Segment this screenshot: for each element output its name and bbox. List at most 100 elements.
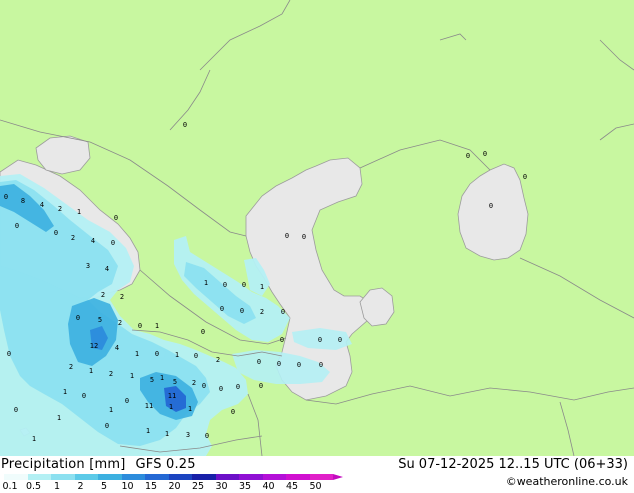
scale-arrow-tip [333,474,343,480]
precip-value-label: 0 [54,229,58,237]
scale-tick-label: 5 [100,481,108,492]
precip-value-label: 2 [69,363,73,371]
precip-value-label: 1 [32,435,36,443]
scale-swatch [51,474,75,480]
precipitation-map: 0 8 4 2 1 0 0 2 4 0 3 4 2 2 5 2 0 1 12 4 1 0 2 1 2 1 5 5 2 11 11 1 1 1 1 3 0… [0,0,634,456]
precip-value-label: 0 [302,233,306,241]
precip-value-label: 3 [86,262,90,270]
scale-tick-label: 40 [262,481,275,492]
precip-value-label: 0 [257,358,261,366]
valid-time: Su 07-12-2025 12..15 UTC (06+33) [398,457,628,472]
scale-swatch [309,474,333,480]
scale-tick-label: 1 [53,481,61,492]
precip-value-label: 0 [14,406,18,414]
precip-value-label: 0 [319,361,323,369]
precip-value-label: 0 [76,314,80,322]
precip-value-label: 0 [155,350,159,358]
precip-value-label: 0 [105,422,109,430]
precip-value-label: 0 [7,350,11,358]
precip-value-label: 0 [285,232,289,240]
scale-tick-label: 10 [121,481,134,492]
precip-value-label: 1 [155,322,159,330]
precip-value-label: 0 [4,193,8,201]
precip-value-label: 1 [89,367,93,375]
precip-value-label: 0 [219,385,223,393]
precip-value-label: 5 [173,378,177,386]
precip-value-label: 2 [58,205,62,213]
scale-tick-label: 20 [168,481,181,492]
precip-value-label: 2 [118,319,122,327]
precip-value-label: 0 [194,352,198,360]
model-name: GFS 0.25 [135,457,196,472]
precip-value-label: 2 [71,234,75,242]
precip-value-label: 0 [297,361,301,369]
precip-value-label: 1 [77,208,81,216]
credit-link[interactable]: ©weatheronline.co.uk [506,475,628,488]
scale-swatch [286,474,310,480]
precip-value-label: 0 [489,202,493,210]
scale-tick-label: 45 [285,481,299,492]
map-canvas: 0 8 4 2 1002 4 03 42 25 2 0 112 41 02 1 2 1 5 5 21111 1 11 1 3 0… [0,0,634,456]
product-title: Precipitation [mm] [1,457,126,472]
scale-swatch [262,474,286,480]
precip-value-label: 1 [146,427,150,435]
scale-swatch [215,474,239,480]
precip-value-label: 3 [186,431,190,439]
precip-value-label: 1 [188,405,192,413]
precip-value-label: 0 [223,281,227,289]
precip-value-label: 1 [169,403,173,411]
precip-value-label: 0 [338,336,342,344]
precip-value-label: 1 [165,430,169,438]
precip-value-label: 1 [57,414,61,422]
scale-swatch [98,474,122,480]
precip-value-label: 2 [260,308,264,316]
precip-value-label: 1 [175,351,179,359]
precip-value-label: 1 [130,372,134,380]
precip-value-label: 5 [150,376,154,384]
precip-value-label: 0 [111,239,115,247]
scale-tick-label: 35 [238,481,252,492]
scale-tick-label: 15 [144,481,158,492]
scale-swatch [168,474,192,480]
scale-tick-label: 25 [191,481,205,492]
precip-value-label: 0 [242,281,246,289]
precip-value-label: 0 [466,152,470,160]
scale-swatch [239,474,263,480]
precip-value-label: 0 [125,397,129,405]
scale-swatch [4,474,28,480]
precip-value-label: 8 [21,197,25,205]
precip-value-label: 2 [192,379,196,387]
precip-value-label: 0 [281,308,285,316]
precip-value-label: 0 [183,121,187,129]
precip-value-label: 0 [280,336,284,344]
precip-value-label: 4 [40,201,44,209]
precip-value-label: 1 [260,283,264,291]
scale-swatch [121,474,145,480]
precip-value-label: 0 [15,222,19,230]
precip-value-label: 12 [90,342,98,350]
precip-value-label: 0 [523,173,527,181]
color-scale-bar [4,474,343,480]
scale-swatch [145,474,169,480]
precip-value-label: 0 [138,322,142,330]
precip-value-label: 1 [63,388,67,396]
precip-value-label: 2 [120,293,124,301]
scale-tick-label: 2 [77,481,84,492]
precip-value-label: 4 [91,237,95,245]
precip-value-label: 4 [105,265,109,273]
product-title-row: Precipitation [mm] GFS 0.25 [1,457,196,472]
precip-value-label: 0 [205,432,209,440]
precip-value-label: 0 [231,408,235,416]
precip-value-label: 0 [483,150,487,158]
precip-value-label: 4 [115,344,119,352]
precip-value-label: 2 [216,356,220,364]
precip-value-label: 0 [114,214,118,222]
scale-swatch [27,474,51,480]
precip-value-label: 0 [220,305,224,313]
precip-value-label: 0 [202,382,206,390]
scale-tick-label: 30 [215,481,228,492]
precip-value-label: 2 [109,370,113,378]
precip-value-label: 2 [101,291,105,299]
precip-value-label: 1 [160,374,164,382]
scale-swatch [74,474,98,480]
